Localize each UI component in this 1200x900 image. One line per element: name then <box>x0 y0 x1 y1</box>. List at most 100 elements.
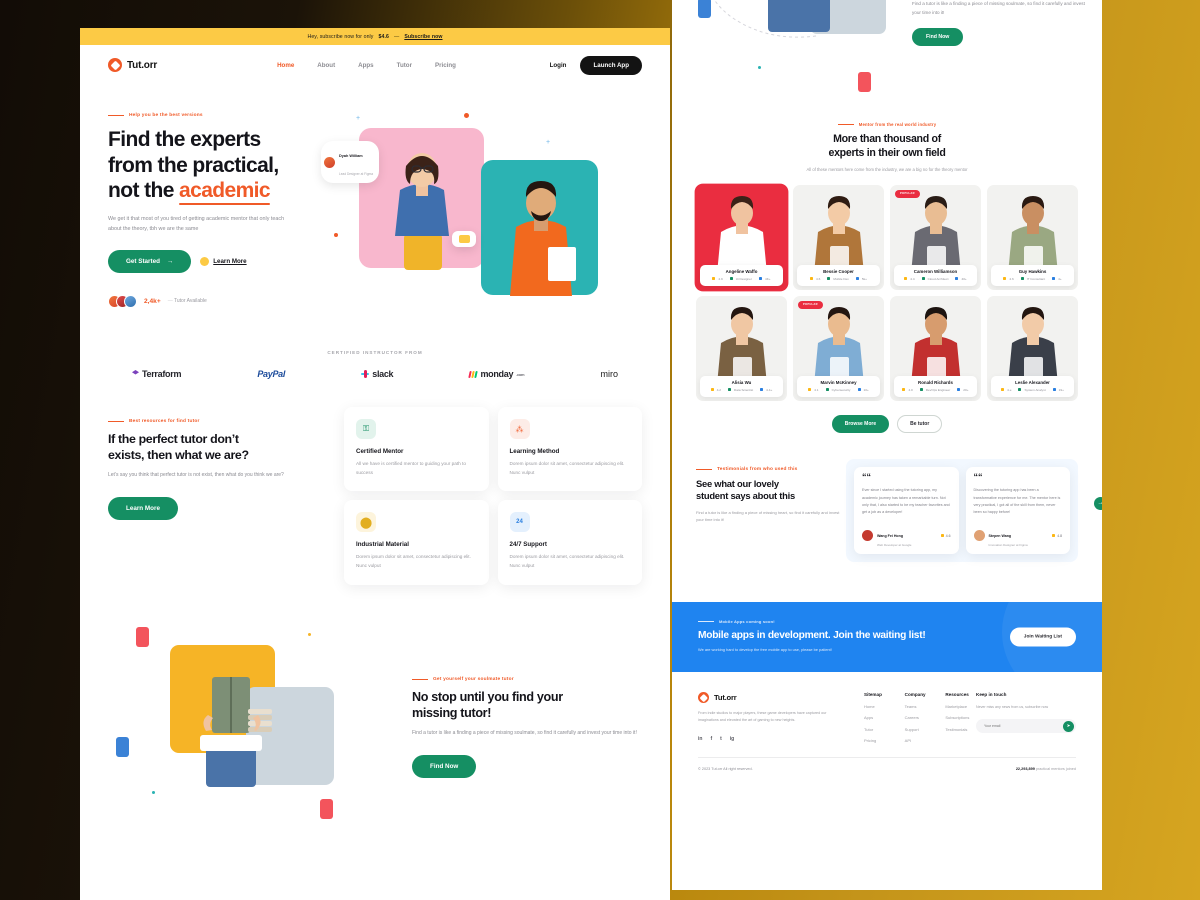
footer-link[interactable]: API <box>905 738 936 743</box>
nav-links: Home About Apps Tutor Pricing <box>277 62 456 69</box>
find-now-button[interactable]: Find Now <box>412 754 477 778</box>
join-waiting-list-button[interactable]: Join Waiting List <box>1009 627 1076 647</box>
announcement-bar: Hey, subscribe now for only $4.6 — Subsc… <box>80 28 670 45</box>
chip-role: Lead Designer at Figma <box>339 172 374 176</box>
phone-decoration-icon <box>698 0 711 18</box>
footer-link[interactable]: Support <box>905 727 936 732</box>
footer-link[interactable]: Tutor <box>864 727 895 732</box>
feature-card-desc: Dorem ipsum dolor sit amet, consectetur … <box>356 554 471 569</box>
testimonials-copy: Testimonials from who used this See what… <box>696 467 846 562</box>
testimonials-next-button[interactable]: → <box>1094 496 1102 510</box>
footer-link[interactable]: Marketplace <box>945 704 976 709</box>
footer-link[interactable]: Home <box>864 704 895 709</box>
tutor-photo <box>813 306 864 385</box>
tutor-meta: 4.e · System Analyst · 19+ <box>993 388 1072 392</box>
instagram-icon[interactable]: ig <box>730 736 734 742</box>
feature-card[interactable]: ⬤ Industrial Material Dorem ipsum dolor … <box>344 500 489 585</box>
subscribe-now-link[interactable]: Subscribe now <box>404 34 442 40</box>
hero-title-highlight: academic <box>179 179 271 205</box>
tutor-card[interactable]: Alisia Wu 4.2 · Data Scientist · 4.4+ <box>696 295 787 401</box>
tutor-card[interactable]: Ronald Richards 4.0 · DevOps Engineer · … <box>890 295 981 401</box>
bubbles-icon: ⁂ <box>509 419 530 439</box>
tutor-card[interactable]: POPULAR Cameron Williamson 4.4 · Cloud A… <box>890 184 981 290</box>
email-field[interactable] <box>984 724 1063 729</box>
testimonials-eyebrow: Testimonials from who used this <box>696 467 846 472</box>
tutor-card[interactable]: Bessie Cooper 4.6 · Mobile Dev · 5k+ <box>793 184 884 290</box>
be-tutor-button[interactable]: Be tutor <box>897 414 943 433</box>
missing-title-line-1: No stop until you find your <box>412 689 563 704</box>
feature-card[interactable]: 24 24/7 Support Dorem ipsum dolor sit am… <box>497 500 642 585</box>
footer-link[interactable]: Subscriptions <box>945 715 976 720</box>
feature-card[interactable]: ⚿ Certified Mentor All we have is certif… <box>344 407 489 492</box>
logo-slack-label: slack <box>372 369 394 379</box>
landing-page-panel-left: Hey, subscribe now for only $4.6 — Subsc… <box>80 28 670 900</box>
nav-link-about[interactable]: About <box>317 62 335 69</box>
twitter-icon[interactable]: t <box>720 736 722 742</box>
feature-card[interactable]: ⁂ Learning Method Dorem ipsum dolor sit … <box>497 407 642 492</box>
send-icon[interactable]: ➤ <box>1063 720 1074 732</box>
testimonial-author-name: Stepen Wang <box>988 534 1012 539</box>
logo-terraform-label: Terraform <box>142 369 182 379</box>
hero-cta-group: Get Started → Learn More <box>108 249 340 273</box>
tutor-card[interactable]: Guy Hawkins 4.6 · IT Consultant · 4+ <box>987 184 1078 290</box>
tutor-rating: 4.4 <box>910 276 915 281</box>
tutor-field: Ui Designer <box>735 276 752 281</box>
popular-badge: POPULAR <box>895 189 920 198</box>
footer-column-title: Sitemap <box>864 692 882 698</box>
students-icon <box>855 277 859 281</box>
page-title: Find the experts from the practical, not… <box>108 127 340 205</box>
learn-more-link[interactable]: Learn More <box>200 256 247 266</box>
students-icon <box>957 388 961 392</box>
field-icon <box>728 388 732 392</box>
footer-link[interactable]: Apps <box>864 715 895 720</box>
launch-app-button[interactable]: Launch App <box>580 55 642 75</box>
nav-link-home[interactable]: Home <box>277 62 294 69</box>
tutor-info: Leslie Alexander 4.e · System Analyst · … <box>991 375 1074 397</box>
footer-column: Resources Marketplace Subscriptions Testimo… <box>945 692 976 743</box>
tutor-students: 40+ <box>961 276 967 281</box>
footer-column: Company Teams Careers Support API <box>905 692 936 743</box>
tutor-card[interactable]: POPULAR Marvin McKinney 4.1 · Cybersecur… <box>793 295 884 401</box>
footer-brand-logo[interactable]: Tut.orr <box>698 692 848 704</box>
tutor-info: Ronald Richards 4.0 · DevOps Engineer · … <box>894 375 977 397</box>
features-learn-more-button[interactable]: Learn More <box>108 496 178 520</box>
hero-title-line-3: not the <box>108 179 180 203</box>
support-icon: 24 <box>509 512 530 533</box>
brand-logo[interactable]: Tut.orr <box>108 58 157 72</box>
tutor-info: Bessie Cooper 4.6 · Mobile Dev · 5k+ <box>797 264 880 286</box>
footer-link[interactable]: Testimonials <box>945 727 976 732</box>
nav-link-apps[interactable]: Apps <box>358 62 373 69</box>
tutor-info: Marvin McKinney 4.1 · Cybersecurity · 10… <box>797 375 880 397</box>
browse-more-button[interactable]: Browse More <box>831 414 890 433</box>
nav-link-tutor[interactable]: Tutor <box>397 62 412 69</box>
tutor-card[interactable]: Angeline Waffo 4.9 · Ui Designer · 4K+ <box>696 184 787 290</box>
get-started-button[interactable]: Get Started → <box>108 249 192 273</box>
tutor-field: Cybersecurity <box>831 387 851 392</box>
footer-column: Sitemap Home Apps Tutor Pricing <box>864 692 895 743</box>
facebook-icon[interactable]: f <box>710 736 712 742</box>
phone-decoration-icon <box>136 626 149 647</box>
find-now-button-top[interactable]: Find Now <box>912 28 964 47</box>
testimonials-title-line-2: student says about this <box>696 490 795 502</box>
footer-link[interactable]: Careers <box>905 715 936 720</box>
star-icon <box>902 388 906 392</box>
login-link[interactable]: Login <box>550 62 567 69</box>
cta-eyebrow: Mobile Apps coming soon! <box>698 619 1076 624</box>
students-icon <box>1052 388 1056 392</box>
missing-subtitle-top: Find a tutor is like a finding a piece o… <box>912 1 1085 15</box>
footer-link[interactable]: Pricing <box>864 738 895 743</box>
tutor-card[interactable]: Leslie Alexander 4.e · System Analyst · … <box>987 295 1078 401</box>
feature-card-title: Industrial Material <box>356 541 409 549</box>
announcement-dash: — <box>394 33 400 40</box>
slack-icon <box>361 370 370 378</box>
lock-icon: ⚿ <box>356 419 376 439</box>
testimonial-text: Discovering the tutoring app has been a … <box>973 488 1061 514</box>
nav-link-pricing[interactable]: Pricing <box>435 62 456 69</box>
testimonials-title-line-1: See what our lovely <box>696 477 779 489</box>
linkedin-icon[interactable]: in <box>698 736 702 742</box>
footer-link[interactable]: Teams <box>905 704 936 709</box>
tutor-students: 5k+ <box>861 276 867 281</box>
tutor-name: Ronald Richards <box>918 379 953 385</box>
landing-page-panel-right: Find a tutor is like a finding a piece o… <box>672 0 1102 890</box>
tutor-photo <box>716 306 767 385</box>
